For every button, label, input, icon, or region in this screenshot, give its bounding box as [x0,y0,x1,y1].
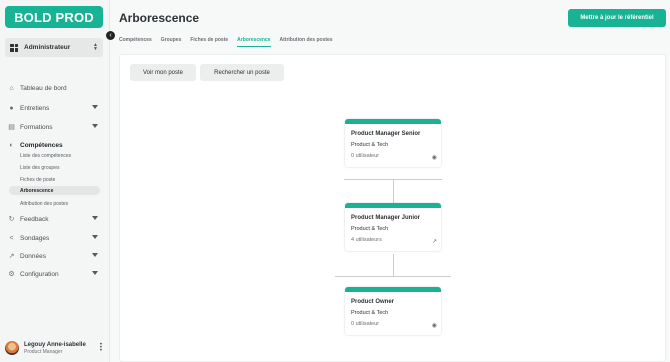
position-department: Product & Tech [351,226,389,232]
sidebar-item-label: Formations [20,123,53,131]
tab-groupes[interactable]: Groupes [161,37,182,47]
trend-icon: ↗ [8,252,15,260]
chevron-down-icon [92,235,98,239]
sidebar-item-entretiens[interactable]: ● Entretiens [8,102,102,114]
update-referential-button[interactable]: Mettre à jour le référentiel [568,9,666,27]
position-card[interactable]: Product Manager Senior Product & Tech 0 … [345,119,441,167]
user-role: Product Manager [24,348,63,355]
tree-connector [393,254,394,276]
page-title: Arborescence [119,11,200,25]
tab-bar: Compétences Groupes Fiches de poste Arbo… [119,37,342,47]
sidebar-item-label: Configuration [20,270,59,278]
sidebar-item-configuration[interactable]: ⚙ Configuration [8,268,102,280]
tab-fiches-poste[interactable]: Fiches de poste [190,37,228,47]
eye-icon[interactable]: ◉ [432,154,437,161]
updown-chevron-icon: ▲ ▼ [93,42,98,52]
user-name: Legouy Anne-isabelle [24,341,86,348]
tab-arborescence[interactable]: Arborescence [237,37,271,47]
refresh-icon: ↻ [8,215,15,223]
logo[interactable]: BOLD PROD [5,6,103,28]
sidebar: BOLD PROD Administrateur ▲ ▼ ⌂ Tableau de… [0,0,110,362]
position-department: Product & Tech [351,142,389,148]
chevron-down-icon [92,253,98,257]
sidebar-subitem-fiches-poste[interactable]: Fiches de poste [9,175,100,184]
tab-competences[interactable]: Compétences [119,37,152,47]
position-title: Product Owner [351,299,395,305]
sidebar-subitem-liste-competences[interactable]: Liste des compétences [9,151,100,160]
sidebar-item-formations[interactable]: ▤ Formations [8,121,102,133]
gear-icon: ⚙ [8,270,15,278]
user-menu[interactable]: Legouy Anne-isabelle Product Manager • • • [5,340,105,356]
position-title: Product Manager Junior [351,215,421,221]
tree-connector [335,276,451,277]
sidebar-item-sondages[interactable]: < Sondages [8,232,102,244]
chevron-down-icon [92,105,98,109]
position-user-count: 0 utilisateur [351,153,380,159]
role-select[interactable]: Administrateur ▲ ▼ [5,38,103,57]
sidebar-item-label: Données [20,252,47,260]
sidebar-subitem-liste-groupes[interactable]: Liste des groupes [9,163,100,172]
sidebar-item-label: Feedback [20,215,49,223]
share-icon: < [9,234,14,242]
chevron-down-icon [92,216,98,220]
apps-grid-icon [10,43,18,52]
position-card[interactable]: Product Manager Junior Product & Tech 4 … [345,203,441,251]
tree-panel: Voir mon poste Rechercher un poste Produ… [119,54,666,362]
position-title: Product Manager Senior [351,131,421,137]
avatar [5,341,19,355]
sidebar-item-label: Tableau de bord [20,84,67,92]
sidebar-item-label: Entretiens [20,104,50,112]
more-vertical-icon[interactable]: • • • [100,342,102,354]
sidebar-item-dashboard[interactable]: ⌂ Tableau de bord [8,82,102,94]
sidebar-subitem-attribution-postes[interactable]: Attribution des postes [9,199,100,208]
sidebar-item-donnees[interactable]: ↗ Données [8,250,102,262]
view-my-position-button[interactable]: Voir mon poste [130,64,196,81]
sidebar-item-feedback[interactable]: ↻ Feedback [8,213,102,225]
tree-connector [393,179,394,205]
position-user-count: 4 utilisateurs [351,237,382,243]
position-department: Product & Tech [351,310,389,316]
search-position-button[interactable]: Rechercher un poste [200,64,284,81]
sidebar-item-competences[interactable]: ◐ Compétences [8,139,102,151]
home-icon: ⌂ [9,84,14,92]
chevron-down-icon [92,124,98,128]
skills-icon: ◐ [9,141,14,149]
position-card[interactable]: Product Owner Product & Tech 0 utilisate… [345,287,441,335]
sidebar-item-label: Compétences [20,141,63,149]
sidebar-subitem-arborescence[interactable]: Arborescence [9,186,100,195]
chevron-down-icon [92,271,98,275]
external-link-icon[interactable]: ↗ [432,238,437,245]
collapse-sidebar-icon[interactable]: ‹ [106,31,115,40]
role-label: Administrateur [24,44,71,51]
tab-attribution-postes[interactable]: Attribution des postes [280,37,333,47]
eye-icon[interactable]: ◉ [432,322,437,329]
training-icon: ▤ [8,123,15,131]
position-user-count: 0 utilisateur [351,321,380,327]
sidebar-item-label: Sondages [20,234,50,242]
chat-icon: ● [9,104,14,112]
